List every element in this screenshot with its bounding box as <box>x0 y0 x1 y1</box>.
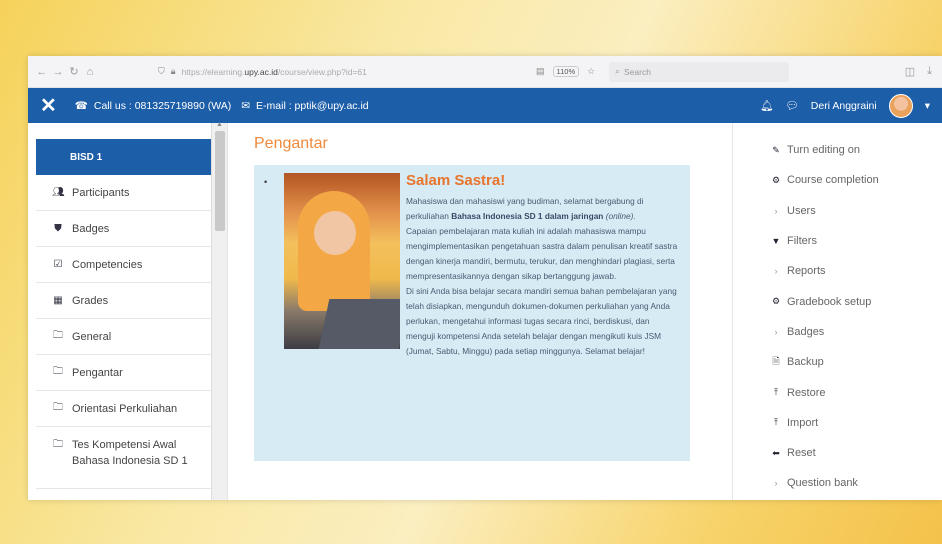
search-input[interactable]: ⌕ Search <box>609 61 790 82</box>
sidebar-item-participants[interactable]: 👥︎ Participants <box>36 175 211 211</box>
scrollbar-thumb[interactable] <box>215 131 225 231</box>
menu-question-bank[interactable]: › Question bank <box>771 468 942 498</box>
browser-window: ← → ↻ ⌂ ⛉ 🔒︎ https://elearning.upy.ac.id… <box>28 56 942 500</box>
administration-menu: ✎ Turn editing on ⚙ Course completion › Use… <box>732 123 942 500</box>
caret-down-icon[interactable]: ▾ <box>925 100 930 112</box>
scroll-up-icon[interactable]: ▲ <box>216 121 223 128</box>
forward-icon[interactable]: → <box>50 66 66 78</box>
check-square-icon: ☑ <box>53 259 63 270</box>
pocket-icon[interactable]: ◫ <box>905 65 915 78</box>
upload-icon: ⤒ <box>774 387 778 398</box>
folder-icon: 🗀 <box>53 366 63 377</box>
chevron-right-icon: › <box>774 266 778 277</box>
pencil-icon: ✎ <box>772 144 780 155</box>
menu-reset[interactable]: ⬅ Reset <box>771 438 942 468</box>
download-icon[interactable]: ⤓ <box>927 65 932 78</box>
menu-badges[interactable]: › Badges <box>771 317 942 347</box>
folder-icon: 🗀 <box>53 330 63 341</box>
sidebar-item-pengantar[interactable]: 🗀 Pengantar <box>36 355 211 391</box>
menu-backup[interactable]: 🗎 Backup <box>771 347 942 377</box>
chat-icon[interactable]: 💬︎ <box>785 99 798 112</box>
sidebar-item-general[interactable]: 🗀 General <box>36 319 211 355</box>
site-header: ✕ ☎ Call us : 081325719890 (WA) ✉ E-mail… <box>28 88 942 123</box>
browser-toolbar: ← → ↻ ⌂ ⛉ 🔒︎ https://elearning.upy.ac.id… <box>28 56 942 88</box>
back-icon[interactable]: ← <box>34 66 50 78</box>
user-name[interactable]: Deri Anggraini <box>811 100 877 112</box>
menu-reports[interactable]: › Reports <box>771 256 942 286</box>
shield-icon: ⛊ <box>54 223 62 234</box>
menu-turn-editing-on[interactable]: ✎ Turn editing on <box>771 135 942 165</box>
bell-icon[interactable]: 🔔︎ <box>760 99 773 112</box>
gear-icon: ⚙ <box>771 174 781 185</box>
close-icon[interactable]: ✕ <box>40 96 57 116</box>
sidebar-item-orientasi[interactable]: 🗀 Orientasi Perkuliahan <box>36 391 211 427</box>
zoom-level[interactable]: 110% <box>552 66 580 77</box>
filter-icon: ▼ <box>771 236 781 247</box>
drawer-scrollbar[interactable]: ▲ <box>212 121 228 500</box>
arrow-left-icon: ⬅ <box>772 447 780 458</box>
call-text: Call us : 081325719890 (WA) <box>93 99 232 112</box>
chevron-right-icon: › <box>774 326 778 337</box>
menu-import[interactable]: ⤒ Import <box>771 408 942 438</box>
avatar[interactable] <box>888 93 913 118</box>
reader-icon[interactable]: ▤ <box>536 66 545 77</box>
lock-icon: 🔒︎ <box>170 66 176 76</box>
upload-icon: ⤒ <box>774 417 778 428</box>
sidebar-item-competencies[interactable]: ☑ Competencies <box>36 247 211 283</box>
menu-users[interactable]: › Users <box>771 196 942 226</box>
email-text[interactable]: E-mail : pptik@upy.ac.id <box>256 100 369 112</box>
search-icon: ⌕ <box>615 66 620 76</box>
folder-icon: 🗀 <box>53 402 63 413</box>
menu-filters[interactable]: ▼ Filters <box>771 226 942 256</box>
course-nav-drawer: BISD 1 👥︎ Participants ⛊ Badges ☑ Compet… <box>28 123 212 500</box>
sidebar-item-badges[interactable]: ⛊ Badges <box>36 211 211 247</box>
sidebar-item-course[interactable]: BISD 1 <box>36 139 211 175</box>
bullet: • <box>264 177 268 187</box>
contact-info: ☎ Call us : 081325719890 (WA) ✉ E-mail :… <box>75 100 369 112</box>
phone-icon: ☎ <box>74 99 88 112</box>
chevron-right-icon: › <box>774 205 778 216</box>
chevron-right-icon: › <box>774 478 778 489</box>
menu-gradebook-setup[interactable]: ⚙ Gradebook setup <box>771 286 942 316</box>
address-bar[interactable]: ⛉ 🔒︎ https://elearning.upy.ac.id/course/… <box>158 66 518 77</box>
section-title: Pengantar <box>254 135 328 152</box>
gear-icon: ⚙ <box>771 296 781 307</box>
home-icon[interactable]: ⌂ <box>82 66 98 78</box>
shield-icon: ⛉ <box>158 66 165 76</box>
mail-icon: ✉ <box>241 99 251 112</box>
intro-panel: • Salam Sastra! Mahasiswa dan mahasiswi … <box>254 165 690 461</box>
star-icon[interactable]: ☆ <box>587 66 595 77</box>
reload-icon[interactable]: ↻ <box>66 65 82 78</box>
menu-course-completion[interactable]: ⚙ Course completion <box>771 165 942 195</box>
sidebar-item-tes-kompetensi[interactable]: 🗀 Tes Kompetensi Awal Bahasa Indonesia S… <box>36 427 211 489</box>
users-icon: 👥︎ <box>52 187 65 198</box>
main-content: Pengantar • Salam Sastra! Mahasiswa dan … <box>228 123 724 500</box>
table-icon: ▦ <box>53 295 63 306</box>
menu-restore[interactable]: ⤒ Restore <box>771 377 942 407</box>
folder-icon: 🗀 <box>53 439 63 450</box>
url-text[interactable]: https://elearning.upy.ac.id/course/view.… <box>182 67 367 77</box>
instructor-photo <box>284 173 400 349</box>
file-icon: 🗎 <box>772 356 780 367</box>
sidebar-item-grades[interactable]: ▦ Grades <box>36 283 211 319</box>
